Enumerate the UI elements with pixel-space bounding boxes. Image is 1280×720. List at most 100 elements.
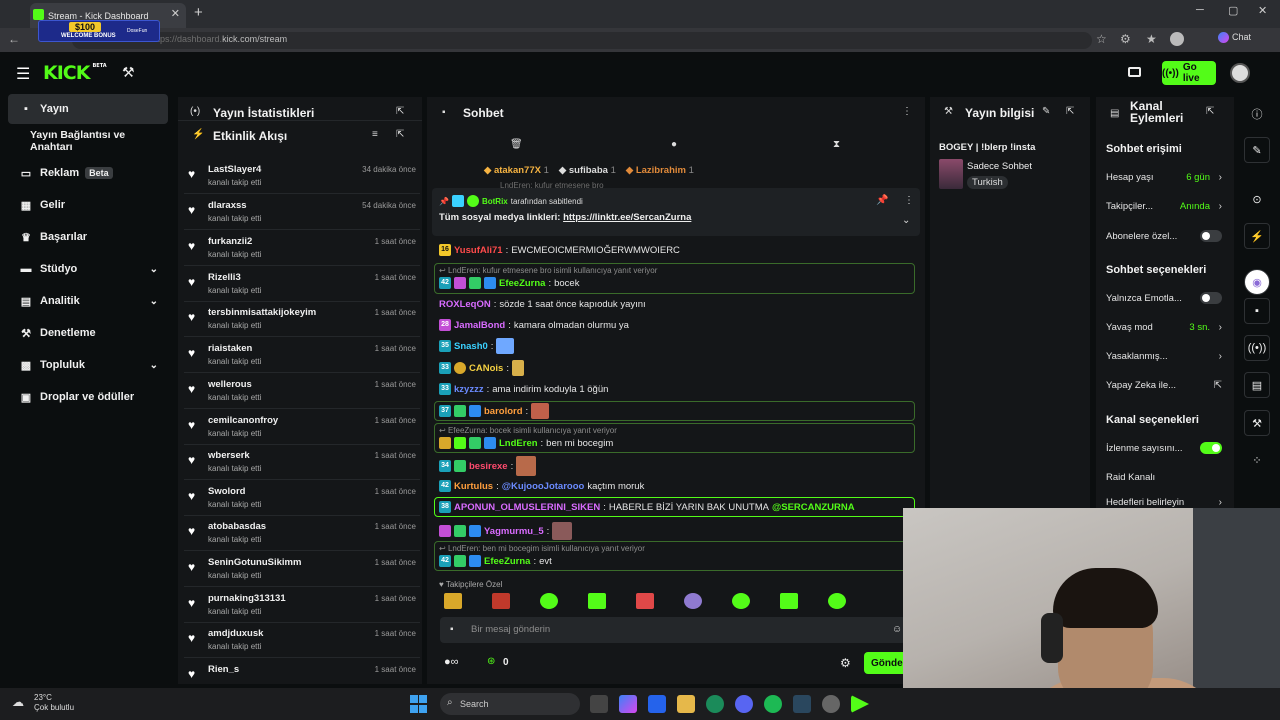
sidebar-item-basarilar[interactable]: ♛ Başarılar — [8, 222, 168, 252]
category-name[interactable]: Sadece Sohbet — [967, 161, 1032, 172]
toggle-switch[interactable] — [1200, 292, 1222, 304]
row-subscribers-only[interactable]: Abonelere özel... — [1106, 228, 1222, 244]
taskbar-search[interactable]: Search — [440, 693, 580, 715]
emote[interactable] — [540, 593, 558, 609]
extensions-icon[interactable]: ⚙ — [1120, 32, 1131, 46]
windows-start-icon[interactable] — [410, 695, 428, 713]
kick-logo[interactable]: KICK BETA — [43, 62, 107, 84]
activity-row[interactable]: ♥ Swolord kanalı takip etti 1 saat önce — [184, 480, 420, 516]
row-ai-moderation[interactable]: Yapay Zeka ile... ⇱ — [1106, 377, 1222, 393]
chat-message[interactable]: 38 APONUN_OLMUSLERINI_SIKEN: HABERLE BİZİ … — [439, 499, 855, 515]
new-tab-icon[interactable]: + — [194, 4, 203, 21]
camera-icon[interactable] — [1128, 67, 1141, 77]
back-icon[interactable]: ← — [8, 32, 20, 46]
target-icon[interactable]: ⊙ — [1244, 186, 1270, 212]
lightning-icon[interactable]: ⚡ — [1244, 223, 1270, 249]
popout-icon[interactable]: ⇱ — [1206, 106, 1214, 117]
activity-row[interactable]: ♥ atobabasdas kanalı takip etti 1 saat önce — [184, 515, 420, 551]
activity-row[interactable]: ♥ SeninGotunuSikimm kanalı takip etti 1 saa… — [184, 551, 420, 587]
gifter-1[interactable]: ◆ atakan77X 1 — [484, 165, 549, 176]
sidebar-item-studyo[interactable]: ▬ Stüdyo ⌄ — [8, 254, 168, 284]
row-slow-mode[interactable]: Yavaş mod 3 sn. › — [1106, 319, 1222, 335]
chat-bubble-icon[interactable]: ▪ — [1244, 298, 1270, 324]
row-emote-only[interactable]: Yalnızca Emotla... — [1106, 290, 1222, 306]
chat-message[interactable]: 16 YusufAli71: EWCMEOICMERMIOĞERWMWOIERC — [439, 242, 680, 258]
steam-icon[interactable] — [793, 695, 811, 713]
pinned-more-icon[interactable]: ⋮ — [904, 195, 914, 206]
activity-row[interactable]: ♥ cemilcanonfroy kanalı takip etti 1 saat ö… — [184, 409, 420, 445]
activity-row[interactable]: ♥ purnaking313131 kanalı takip etti 1 saat … — [184, 587, 420, 623]
trash-icon[interactable]: 🗑 — [510, 139, 523, 150]
sidebar-item-denetleme[interactable]: ⚒ Denetleme — [8, 318, 168, 348]
sidebar-item-topluluk[interactable]: ▩ Topluluk ⌄ — [8, 350, 168, 380]
more-dots-icon[interactable]: ⁘ — [1244, 447, 1270, 473]
emote[interactable] — [732, 593, 750, 609]
activity-row[interactable]: ♥ tersbinmisattakijokeyim kanalı takip ett… — [184, 301, 420, 337]
edge-icon[interactable] — [706, 695, 724, 713]
popout-icon[interactable]: ⇱ — [396, 106, 404, 117]
chat-message[interactable]: ROXLeqON: sözde 1 saat önce kapıoduk yayı… — [439, 296, 646, 312]
hourglass-icon[interactable]: ⧗ — [833, 139, 840, 150]
activity-row[interactable]: ♥ wellerous kanalı takip etti 1 saat önce — [184, 373, 420, 409]
avatar[interactable] — [1230, 63, 1250, 83]
close-tab-icon[interactable]: ✕ — [171, 7, 180, 20]
copilot-icon[interactable] — [619, 695, 637, 713]
gifter-2[interactable]: ◆ sufibaba 1 — [559, 165, 616, 176]
popout-icon[interactable]: ⇱ — [1066, 106, 1074, 117]
minimize-icon[interactable]: ─ — [1196, 4, 1204, 16]
sidebar-item-droplar[interactable]: ▣ Droplar ve ödüller — [8, 382, 168, 412]
unpin-icon[interactable]: 📌 — [876, 195, 888, 206]
emoji-icon[interactable]: ☺ — [892, 624, 902, 635]
row-view-count[interactable]: İzlenme sayısını... — [1106, 440, 1222, 456]
emote[interactable] — [492, 593, 510, 609]
file-explorer-icon[interactable] — [677, 695, 695, 713]
emote[interactable] — [828, 593, 846, 609]
emote[interactable] — [780, 593, 798, 609]
broadcast-icon[interactable]: ((•)) — [1244, 335, 1270, 361]
chat-message[interactable]: 33 CANois: — [439, 360, 524, 376]
sidebar-item-analitik[interactable]: ▤ Analitik ⌄ — [8, 286, 168, 316]
copilot-chat-button[interactable]: Chat — [1218, 32, 1251, 44]
chat-message[interactable]: 37 barolord: — [439, 403, 550, 419]
more-options-icon[interactable]: ⋮ — [902, 106, 912, 117]
row-raid-channel[interactable]: Raid Kanalı — [1106, 469, 1222, 485]
promo-banner[interactable]: $100 WELCOME BONUS DoseFun — [38, 20, 160, 42]
weather-widget[interactable]: ☁ 23°C Çok bulutlu — [12, 693, 74, 713]
toggle-switch[interactable] — [1200, 230, 1222, 242]
emote[interactable] — [444, 593, 462, 609]
activity-row[interactable]: ♥ dlaraxss kanalı takip etti 54 dakika önce — [184, 194, 420, 230]
sidebar-item-yayin[interactable]: ▪ Yayın — [8, 94, 168, 124]
info-icon[interactable]: ⓘ — [1244, 101, 1270, 127]
sidebar-item-reklam[interactable]: ▭ Reklam Beta — [8, 158, 168, 188]
activity-row[interactable]: ♥ furkanzii2 kanalı takip etti 1 saat önce — [184, 230, 420, 266]
infinity-points-icon[interactable]: ●∞ — [444, 656, 459, 668]
chat-message[interactable]: 34 besirexe: — [439, 456, 537, 476]
close-window-icon[interactable]: ✕ — [1258, 4, 1267, 17]
chat-message[interactable]: 35 Snash0: — [439, 338, 515, 354]
task-view-icon[interactable] — [590, 695, 608, 713]
emote[interactable] — [588, 593, 606, 609]
row-followers[interactable]: Takipçiler... Anında › — [1106, 198, 1222, 214]
settings-gear-icon[interactable]: ⚙ — [840, 656, 851, 670]
favorites-icon[interactable]: ★ — [1146, 32, 1157, 46]
pencil-icon[interactable]: ✎ — [1244, 137, 1270, 163]
sidebar-item-gelir[interactable]: ▦ Gelir — [8, 190, 168, 220]
chat-message[interactable]: Yagmurmu_5: — [439, 521, 573, 541]
go-live-button[interactable]: ((•)) Go live — [1162, 61, 1216, 85]
chat-message[interactable]: 42 EfeeZurna: bocek — [439, 275, 579, 291]
emote[interactable] — [636, 593, 654, 609]
bookmark-star-icon[interactable]: ☆ — [1096, 32, 1107, 46]
gifter-3[interactable]: ◆ Lazibrahim 1 — [626, 165, 694, 176]
activity-row[interactable]: ♥ wberserk kanalı takip etti 1 saat önce — [184, 444, 420, 480]
obs-icon[interactable] — [822, 695, 840, 713]
activity-row[interactable]: ♥ Rizelli3 kanalı takip etti 1 saat önce — [184, 266, 420, 302]
profile-icon[interactable] — [1170, 32, 1184, 46]
store-icon[interactable] — [648, 695, 666, 713]
row-banned-words[interactable]: Yasaklanmış... › — [1106, 348, 1222, 364]
activity-row[interactable]: ♥ riaistaken kanalı takip etti 1 saat önce — [184, 337, 420, 373]
spotify-icon[interactable] — [764, 695, 782, 713]
maximize-icon[interactable]: ▢ — [1228, 4, 1238, 17]
layout-icon[interactable]: ▤ — [1244, 372, 1270, 398]
chat-icon[interactable]: ● — [671, 139, 677, 150]
toggle-switch[interactable] — [1200, 442, 1222, 454]
